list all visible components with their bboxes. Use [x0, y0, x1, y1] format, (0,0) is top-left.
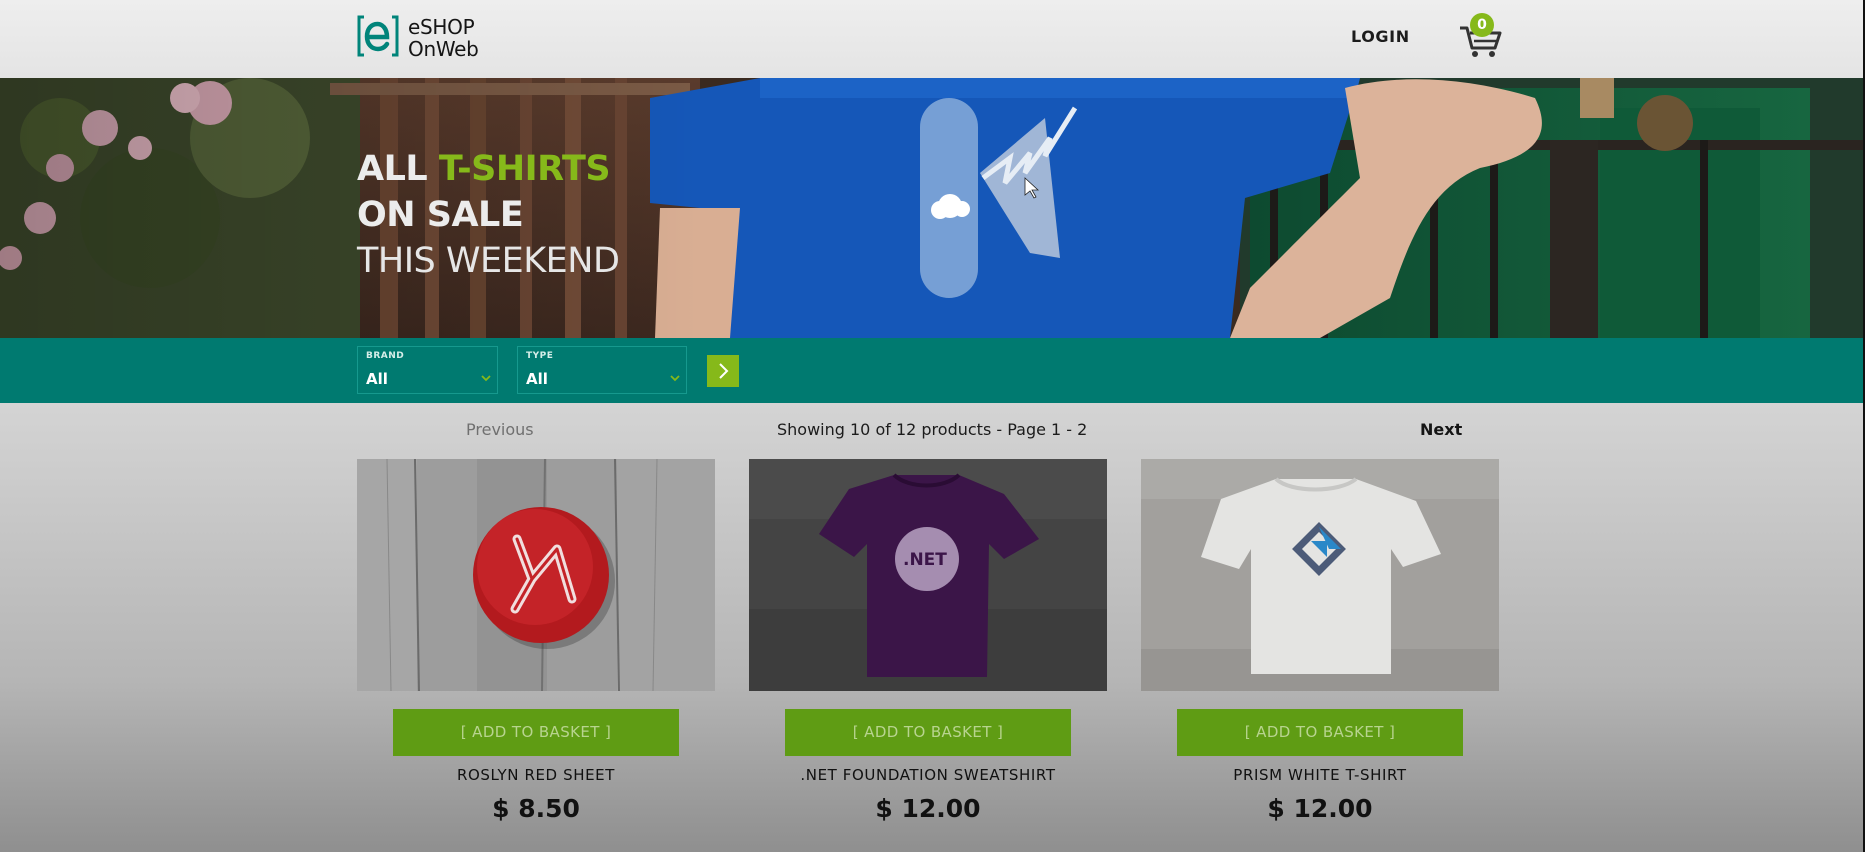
next-page-link[interactable]: Next — [1420, 420, 1462, 439]
product-card: .NET [ ADD TO BASKET ] .NET FOUNDATION S… — [749, 459, 1107, 831]
apply-filter-button[interactable] — [707, 355, 739, 387]
product-image[interactable]: .NET — [749, 459, 1107, 691]
svg-text:.NET: .NET — [903, 550, 947, 570]
type-select-value: All — [526, 370, 548, 388]
add-to-basket-button[interactable]: [ ADD TO BASKET ] — [1177, 709, 1463, 756]
brand-select-value: All — [366, 370, 388, 388]
product-price: $ 12.00 — [1267, 794, 1373, 823]
product-image[interactable] — [357, 459, 715, 691]
hero-photo — [0, 78, 1863, 338]
product-price: $ 8.50 — [492, 794, 580, 823]
hero-accent-text: T-SHIRTS — [438, 149, 611, 189]
logo-e-icon — [357, 15, 399, 57]
product-name: .NET FOUNDATION SWEATSHIRT — [800, 766, 1056, 784]
hero-banner: ALL T-SHIRTS ON SALE THIS WEEKEND — [0, 78, 1863, 338]
chevron-down-icon — [481, 375, 491, 382]
product-card: [ ADD TO BASKET ] ROSLYN RED SHEET $ 8.5… — [357, 459, 715, 831]
product-name: ROSLYN RED SHEET — [456, 766, 615, 784]
roslyn-pin-image — [357, 459, 715, 691]
logo-text-eshop: eSHOP — [408, 15, 475, 39]
hero-line-3: THIS WEEKEND — [357, 241, 620, 281]
previous-page-link[interactable]: Previous — [466, 420, 534, 439]
filter-bar: BRAND All TYPE All — [0, 338, 1863, 403]
brand-select-label: BRAND — [366, 351, 405, 361]
logo-text-onweb: OnWeb — [408, 37, 479, 61]
hero-line-2: ON SALE — [357, 195, 524, 235]
white-shirt-image — [1141, 459, 1499, 691]
type-select-label: TYPE — [526, 351, 554, 361]
hero-line-1: ALL T-SHIRTS — [357, 149, 611, 189]
product-image[interactable] — [1141, 459, 1499, 691]
hero-headline: ALL T-SHIRTS ON SALE THIS WEEKEND — [357, 146, 620, 284]
login-link[interactable]: LOGIN — [1351, 27, 1410, 46]
chevron-down-icon — [670, 375, 680, 382]
purple-shirt-image: .NET — [749, 459, 1107, 691]
eshop-logo[interactable]: eSHOP OnWeb — [356, 14, 496, 60]
type-select[interactable]: TYPE All — [517, 346, 687, 394]
site-header: eSHOP OnWeb LOGIN 0 — [0, 0, 1863, 78]
product-name: PRISM WHITE T-SHIRT — [1233, 766, 1407, 784]
product-price: $ 12.00 — [875, 794, 981, 823]
pagination-info: Showing 10 of 12 products - Page 1 - 2 — [777, 420, 1088, 439]
add-to-basket-button[interactable]: [ ADD TO BASKET ] — [785, 709, 1071, 756]
add-to-basket-button[interactable]: [ ADD TO BASKET ] — [393, 709, 679, 756]
chevron-right-icon — [719, 363, 729, 379]
product-card: [ ADD TO BASKET ] PRISM WHITE T-SHIRT $ … — [1141, 459, 1499, 831]
cart-count-badge: 0 — [1470, 13, 1494, 37]
brand-select[interactable]: BRAND All — [357, 346, 498, 394]
